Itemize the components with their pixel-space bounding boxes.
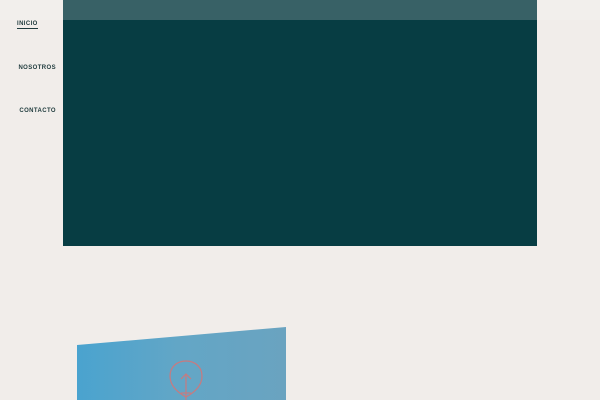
- feature-image: [77, 327, 286, 400]
- top-bar: [0, 0, 600, 20]
- nav-item-inicio[interactable]: INICIO: [17, 21, 38, 29]
- hero-banner: [63, 0, 537, 246]
- feature-panel: [77, 327, 286, 400]
- nav-item-contacto[interactable]: CONTACTO: [19, 108, 56, 114]
- feature-image-graphic: [77, 327, 286, 400]
- nav-item-nosotros[interactable]: NOSOTROS: [18, 65, 56, 71]
- side-navigation: INICIO NOSOTROS CONTACTO: [0, 0, 63, 246]
